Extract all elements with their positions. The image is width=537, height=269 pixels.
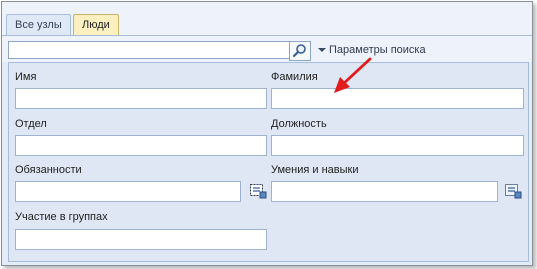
first-name-field[interactable] — [15, 88, 267, 109]
magnifier-icon — [292, 44, 306, 58]
duties-field[interactable] — [15, 181, 241, 202]
duties-label: Обязанности — [15, 164, 82, 176]
tab-people[interactable]: Люди — [73, 14, 119, 35]
skills-picker-button[interactable] — [504, 183, 522, 199]
search-button[interactable] — [289, 41, 311, 61]
duties-picker-button[interactable] — [249, 183, 267, 199]
department-label: Отдел — [15, 118, 47, 130]
skills-field[interactable] — [271, 181, 498, 202]
search-parameters-panel: Имя Фамилия Отдел Должность Обязанности … — [8, 62, 529, 262]
tab-bar: Все узлы Люди — [2, 2, 532, 36]
position-field[interactable] — [271, 135, 524, 156]
people-search-window: Все узлы Люди Параметры поиска Имя Фамил… — [1, 1, 533, 266]
tab-all-nodes[interactable]: Все узлы — [6, 14, 71, 35]
search-row: Параметры поиска — [2, 36, 532, 62]
list-picker-icon — [505, 184, 522, 199]
first-name-label: Имя — [15, 71, 37, 83]
groups-field[interactable] — [15, 229, 267, 250]
list-picker-icon — [250, 184, 267, 199]
red-arrow-icon — [334, 57, 372, 93]
groups-label: Участие в группах — [15, 211, 108, 223]
position-label: Должность — [271, 118, 327, 130]
search-input[interactable] — [8, 41, 292, 59]
chevron-down-icon — [318, 48, 326, 53]
skills-label: Умения и навыки — [271, 164, 359, 176]
last-name-label: Фамилия — [271, 71, 318, 83]
department-field[interactable] — [15, 135, 267, 156]
last-name-field[interactable] — [271, 88, 524, 109]
